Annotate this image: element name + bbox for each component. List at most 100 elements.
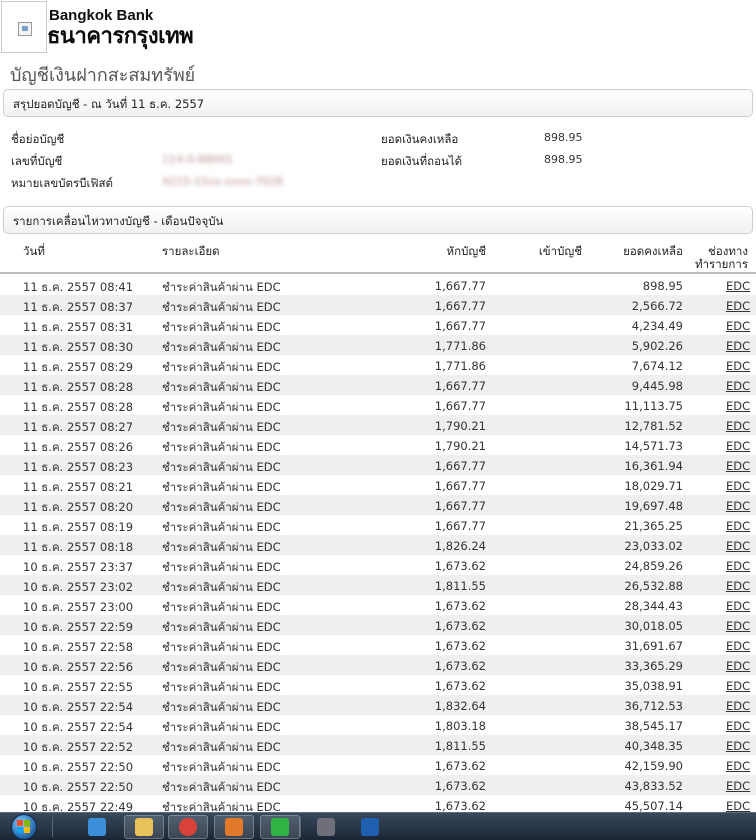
table-row: 11 ธ.ค. 2557 08:31 ชำระค่าสินค้าผ่าน EDC 1… [0,315,756,335]
cell-channel-link[interactable]: EDC [726,659,750,673]
table-row: 10 ธ.ค. 2557 23:00 ชำระค่าสินค้าผ่าน EDC 1… [0,595,756,615]
internet-explorer-icon [88,818,106,836]
broken-image-icon [18,22,32,36]
col-header-debit: หักบัญชี [446,244,486,258]
taskbar-button[interactable] [260,815,300,839]
table-row: 10 ธ.ค. 2557 22:50 ชำระค่าสินค้าผ่าน EDC 1… [0,755,756,775]
chrome-icon [179,818,197,836]
cell-description: ชำระค่าสินค้าผ่าน EDC [162,800,281,812]
taskbar-button[interactable] [168,815,208,839]
cell-balance: 898.95 [642,279,683,293]
cell-debit: 1,667.77 [434,379,486,393]
cell-debit: 1,673.62 [434,679,486,693]
cell-debit: 1,667.77 [434,499,486,513]
cell-channel-link[interactable]: EDC [726,739,750,753]
cell-channel-link[interactable]: EDC [726,559,750,573]
cell-channel-link[interactable]: EDC [726,639,750,653]
presentation-app-icon [225,818,243,836]
cell-debit: 1,771.86 [434,339,486,353]
cell-channel-link[interactable]: EDC [726,679,750,693]
table-row: 11 ธ.ค. 2557 08:21 ชำระค่าสินค้าผ่าน EDC 1… [0,475,756,495]
taskbar-button[interactable] [80,815,114,839]
table-row: 10 ธ.ค. 2557 22:58 ชำระค่าสินค้าผ่าน EDC 1… [0,635,756,655]
cell-channel-link[interactable]: EDC [726,439,750,453]
cell-debit: 1,811.55 [434,579,486,593]
cell-debit: 1,803.18 [434,719,486,733]
cell-balance: 45,507.14 [624,799,683,812]
table-row: 11 ธ.ค. 2557 08:30 ชำระค่าสินค้าผ่าน EDC 1… [0,335,756,355]
cell-channel-link[interactable]: EDC [726,379,750,393]
account-number-label: เลขที่บัญชี [11,154,63,168]
cell-channel-link[interactable]: EDC [726,339,750,353]
cell-balance: 18,029.71 [624,479,683,493]
account-number-value: 114-0-88001 [162,153,233,166]
bank-name-en: Bangkok Bank [49,7,154,24]
cell-channel-link[interactable]: EDC [726,419,750,433]
cell-balance: 19,697.48 [624,499,683,513]
cell-debit: 1,673.62 [434,759,486,773]
debit-card-label: หมายเลขบัตรบีเฟิสต์ [11,176,114,190]
site-header: Bangkok Bank ธนาคารกรุงเทพ [0,0,756,56]
cell-channel-link[interactable]: EDC [726,799,750,812]
cell-balance: 5,902.26 [631,339,683,353]
cell-balance: 33,365.29 [624,659,683,673]
cell-channel-link[interactable]: EDC [726,399,750,413]
cell-balance: 12,781.52 [624,419,683,433]
taskbar-button[interactable] [214,815,254,839]
cell-balance: 26,532.88 [624,579,683,593]
cell-balance: 11,113.75 [624,399,683,413]
table-row: 11 ธ.ค. 2557 08:26 ชำระค่าสินค้าผ่าน EDC 1… [0,435,756,455]
cell-balance: 2,566.72 [631,299,683,313]
cell-channel-link[interactable]: EDC [726,299,750,313]
table-row: 11 ธ.ค. 2557 08:19 ชำระค่าสินค้าผ่าน EDC 1… [0,515,756,535]
start-button[interactable] [6,814,44,840]
col-header-description: รายละเอียด [162,244,220,258]
cell-channel-link[interactable]: EDC [726,279,750,293]
table-row: 10 ธ.ค. 2557 22:49 ชำระค่าสินค้าผ่าน EDC 1… [0,795,756,812]
table-row: 11 ธ.ค. 2557 08:37 ชำระค่าสินค้าผ่าน EDC 1… [0,295,756,315]
cell-channel-link[interactable]: EDC [726,459,750,473]
cell-channel-link[interactable]: EDC [726,759,750,773]
taskbar-button[interactable] [124,815,164,839]
cell-channel-link[interactable]: EDC [726,539,750,553]
cell-channel-link[interactable]: EDC [726,699,750,713]
bank-logo-image-broken [1,1,47,53]
col-header-date: วันที่ [23,244,45,258]
summary-section-title: สรุปยอดบัญชี - ณ วันที่ 11 ธ.ค. 2557 [13,97,205,111]
movements-section-header: รายการเคลื่อนไหวทางบัญชี - เดือนปัจจุบัน [3,206,753,234]
cell-debit: 1,790.21 [434,419,486,433]
cell-balance: 14,571.73 [624,439,683,453]
taskbar-button[interactable] [352,815,388,839]
file-explorer-icon [135,818,153,836]
cell-balance: 16,361.94 [624,459,683,473]
photoshop-icon [361,818,379,836]
col-header-channel-line2: ทำรายการ [694,257,748,271]
windows-flag-icon [17,820,31,834]
cell-debit: 1,673.62 [434,659,486,673]
cell-channel-link[interactable]: EDC [726,519,750,533]
cell-debit: 1,673.62 [434,619,486,633]
taskbar-button[interactable] [306,815,346,839]
table-row: 11 ธ.ค. 2557 08:23 ชำระค่าสินค้าผ่าน EDC 1… [0,455,756,475]
cell-channel-link[interactable]: EDC [726,719,750,733]
balance-label: ยอดเงินคงเหลือ [381,132,459,146]
cell-balance: 31,691.67 [624,639,683,653]
cell-channel-link[interactable]: EDC [726,599,750,613]
available-balance-value: 898.95 [544,153,583,166]
cell-balance: 42,159.90 [624,759,683,773]
cell-channel-link[interactable]: EDC [726,779,750,793]
col-header-balance: ยอดคงเหลือ [623,244,683,258]
table-row: 10 ธ.ค. 2557 22:59 ชำระค่าสินค้าผ่าน EDC 1… [0,615,756,635]
cell-debit: 1,673.62 [434,599,486,613]
cell-channel-link[interactable]: EDC [726,479,750,493]
cell-channel-link[interactable]: EDC [726,319,750,333]
cell-debit: 1,771.86 [434,359,486,373]
cell-channel-link[interactable]: EDC [726,359,750,373]
cell-debit: 1,667.77 [434,459,486,473]
cell-channel-link[interactable]: EDC [726,499,750,513]
cell-balance: 24,859.26 [624,559,683,573]
table-row: 11 ธ.ค. 2557 08:28 ชำระค่าสินค้าผ่าน EDC 1… [0,395,756,415]
cell-channel-link[interactable]: EDC [726,579,750,593]
cell-channel-link[interactable]: EDC [726,619,750,633]
table-row: 10 ธ.ค. 2557 22:54 ชำระค่าสินค้าผ่าน EDC 1… [0,715,756,735]
